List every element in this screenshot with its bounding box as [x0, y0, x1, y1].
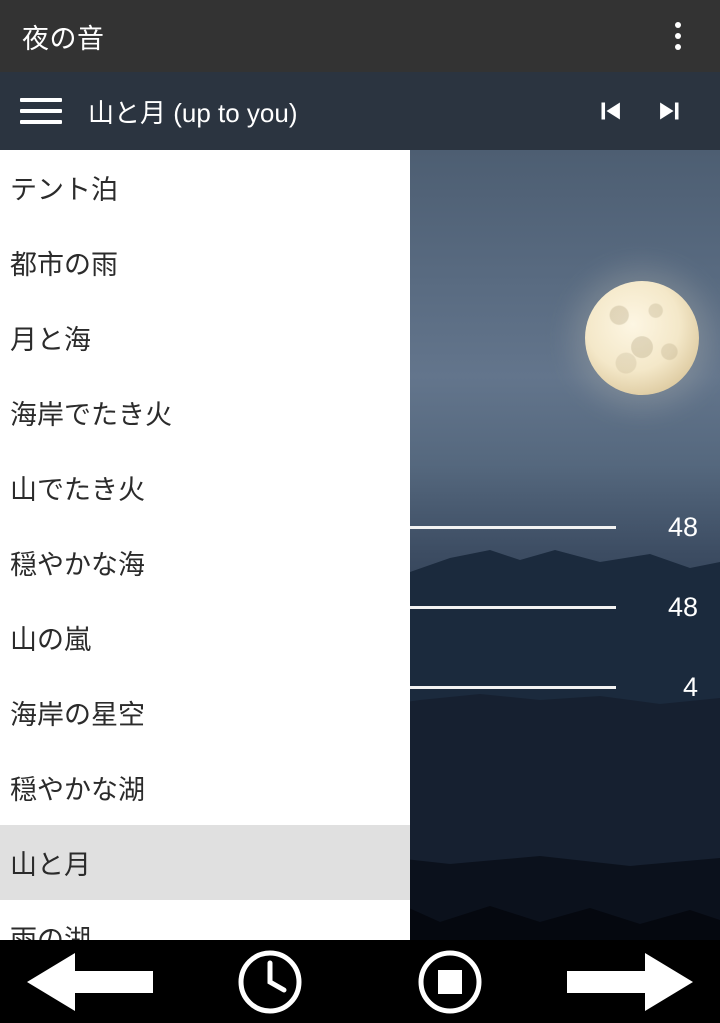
timer-button[interactable] [180, 940, 360, 1023]
list-item-label: 月と海 [10, 325, 91, 355]
list-item-label: 穏やかな海 [10, 550, 145, 580]
list-item[interactable]: 山の嵐 [0, 600, 410, 675]
list-item-label: 海岸の星空 [10, 700, 145, 730]
list-item[interactable]: 穏やかな湖 [0, 750, 410, 825]
volume-value: 4 [682, 671, 698, 702]
app-bar: 夜の音 [0, 0, 720, 72]
list-item-label: テント泊 [10, 175, 118, 205]
player-toolbar: 山と月 (up to you) [0, 72, 720, 150]
more-vert-icon[interactable] [658, 14, 698, 58]
moon-graphic [585, 281, 699, 395]
list-item[interactable]: 月と海 [0, 300, 410, 375]
list-item-label: 海岸でたき火 [10, 400, 172, 430]
list-item[interactable]: 海岸の星空 [0, 675, 410, 750]
clock-icon [237, 949, 303, 1015]
volume-value: 48 [667, 511, 698, 542]
list-item[interactable]: 山でたき火 [0, 450, 410, 525]
list-item[interactable]: 雨の湖 [0, 900, 410, 940]
list-item[interactable]: テント泊 [0, 150, 410, 225]
skip-previous-icon[interactable] [580, 81, 640, 141]
list-item-selected[interactable]: 山と月 [0, 825, 410, 900]
volume-value: 48 [667, 591, 698, 622]
navigation-drawer[interactable]: テント泊 都市の雨 月と海 海岸でたき火 山でたき火 穏やかな海 山の嵐 海岸の… [0, 150, 410, 940]
stop-square-icon [417, 949, 483, 1015]
list-item-label: 穏やかな湖 [10, 775, 145, 805]
app-root: 48 48 4 夜の音 山と月 (up to you) テント泊 都市の雨 月と… [0, 0, 720, 1023]
track-title: 山と月 (up to you) [88, 97, 298, 128]
list-item[interactable]: 都市の雨 [0, 225, 410, 300]
list-item-label: 山の嵐 [10, 625, 91, 655]
skip-next-icon[interactable] [640, 81, 700, 141]
list-item-label: 都市の雨 [10, 250, 118, 280]
list-item[interactable]: 海岸でたき火 [0, 375, 410, 450]
back-arrow-icon [25, 949, 155, 1015]
bottom-nav-bar [0, 940, 720, 1023]
page-title: 夜の音 [22, 23, 105, 54]
back-button[interactable] [0, 940, 180, 1023]
hamburger-menu-icon[interactable] [20, 88, 66, 134]
forward-button[interactable] [540, 940, 720, 1023]
list-item-label: 雨の湖 [10, 925, 91, 940]
list-item-label: 山と月 [10, 850, 91, 880]
forward-arrow-icon [565, 949, 695, 1015]
stop-button[interactable] [360, 940, 540, 1023]
list-item-label: 山でたき火 [10, 475, 145, 505]
list-item[interactable]: 穏やかな海 [0, 525, 410, 600]
